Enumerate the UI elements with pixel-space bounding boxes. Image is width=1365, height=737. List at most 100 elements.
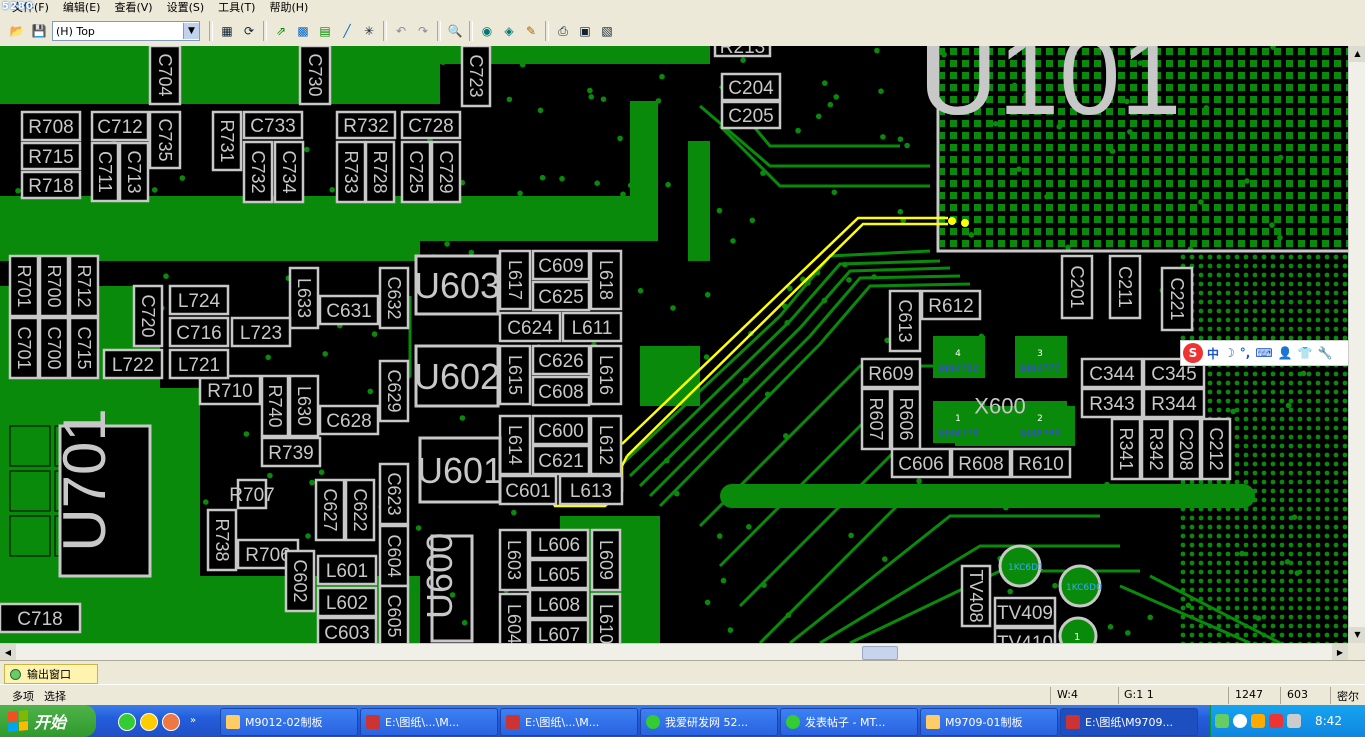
component-l608[interactable]: L608 [528, 588, 590, 620]
scroll-left-icon[interactable]: ◀ [0, 644, 16, 661]
route-icon[interactable]: ⇗ [271, 21, 291, 41]
component-c624[interactable]: C624 [498, 311, 562, 343]
zoom-icon[interactable]: 🔍 [445, 21, 465, 41]
component-r612[interactable]: R612 [920, 289, 982, 321]
chevron-down-icon[interactable]: ▼ [183, 23, 199, 39]
component-l603[interactable]: L603 [498, 528, 530, 592]
component-c700[interactable]: C700 [38, 316, 70, 380]
task-button-7[interactable]: E:\图纸\M9709... [1060, 708, 1198, 736]
component-c600[interactable]: C600 [531, 414, 591, 446]
component-u701[interactable]: U701 [51, 408, 152, 578]
component-l630[interactable]: L630 [288, 374, 320, 438]
component-r342[interactable]: R342 [1140, 417, 1172, 481]
component-r341[interactable]: R341 [1110, 417, 1142, 481]
component-c712[interactable]: C712 [90, 110, 150, 142]
print-icon[interactable]: ⎙ [553, 21, 573, 41]
component-l618[interactable]: L618 [589, 249, 623, 311]
component-c603[interactable]: C603 [316, 616, 378, 643]
user-icon[interactable]: 👤 [1278, 346, 1293, 360]
start-button[interactable]: 开始 [0, 705, 96, 737]
component-c725[interactable]: C725 [400, 140, 432, 204]
component-l722[interactable]: L722 [102, 348, 164, 380]
wrench-icon[interactable]: 🔧 [1318, 346, 1333, 360]
scroll-up-icon[interactable]: ▲ [1349, 46, 1365, 62]
moon-icon[interactable]: ☽ [1224, 346, 1235, 360]
component-r712[interactable]: R712 [68, 254, 100, 318]
component-l601[interactable]: L601 [316, 554, 378, 586]
layer-select[interactable]: (H) Top ▼ [52, 21, 200, 41]
component-c729[interactable]: C729 [430, 140, 462, 204]
sogou-tray-icon[interactable] [1269, 714, 1283, 728]
verify-icon[interactable]: ▧ [597, 21, 617, 41]
quicklaunch-browser-icon[interactable] [118, 713, 136, 731]
redo-icon[interactable]: ↷ [413, 21, 433, 41]
component-l602[interactable]: L602 [316, 586, 378, 618]
component-c609[interactable]: C609 [531, 249, 591, 281]
component-l614[interactable]: L614 [498, 414, 532, 476]
task-button-5[interactable]: 发表帖子 - MT... [780, 708, 918, 736]
task-button-1[interactable]: M9012-02制板 [220, 708, 358, 736]
component-r728[interactable]: R728 [364, 140, 396, 204]
component-c723[interactable]: C723 [460, 46, 492, 108]
qq-icon[interactable] [1251, 714, 1265, 728]
output-window-tab[interactable]: 输出窗口 [4, 664, 98, 684]
component-c613[interactable]: C613 [888, 289, 922, 353]
component-c205[interactable]: C205 [720, 100, 782, 130]
component-r732[interactable]: R732 [335, 110, 397, 140]
horizontal-scrollbar[interactable]: ◀ ▶ [0, 643, 1348, 661]
component-r213[interactable]: R213 [713, 46, 772, 58]
component-c201[interactable]: C201 [1060, 254, 1094, 320]
component-r731[interactable]: R731 [211, 110, 243, 172]
component-tv410[interactable]: TV410 [993, 626, 1057, 643]
component-r344[interactable]: R344 [1142, 387, 1206, 419]
component-r715[interactable]: R715 [20, 141, 82, 171]
skin-icon[interactable]: 👕 [1298, 346, 1313, 360]
component-l604[interactable]: L604 [498, 592, 530, 643]
component-c728[interactable]: C728 [400, 110, 462, 140]
component-c604[interactable]: C604 [378, 524, 410, 588]
menu-edit[interactable]: 编辑(E) [57, 0, 109, 16]
component-c608[interactable]: C608 [531, 375, 591, 407]
component-l610[interactable]: L610 [590, 592, 622, 643]
horizontal-scroll-thumb[interactable] [862, 646, 898, 660]
component-r707[interactable]: R707 [229, 478, 275, 510]
component-c602[interactable]: C602 [284, 549, 316, 613]
component-c735[interactable]: C735 [148, 110, 182, 170]
component-c211[interactable]: C211 [1108, 254, 1142, 320]
component-r606[interactable]: R606 [890, 387, 922, 451]
board-icon[interactable]: ◉ [477, 21, 497, 41]
component-c711[interactable]: C711 [90, 141, 120, 203]
report-icon[interactable]: ▣ [575, 21, 595, 41]
component-c605[interactable]: C605 [378, 584, 410, 643]
usb-icon[interactable] [1215, 714, 1229, 728]
open-icon[interactable]: 📂 [7, 21, 27, 41]
pour-icon[interactable]: ▩ [293, 21, 313, 41]
component-c701[interactable]: C701 [8, 316, 40, 380]
component-c601[interactable]: C601 [498, 474, 558, 506]
menu-settings[interactable]: 设置(S) [161, 0, 213, 16]
ime-chinese-toggle[interactable]: 中 [1207, 345, 1219, 362]
component-c622[interactable]: C622 [344, 478, 376, 542]
component-c208[interactable]: C208 [1170, 417, 1202, 481]
undo-icon[interactable]: ↶ [391, 21, 411, 41]
task-button-2[interactable]: E:\图纸\...\M... [360, 708, 498, 736]
component-u101[interactable]: U101 [919, 46, 1182, 138]
component-l611[interactable]: L611 [561, 311, 623, 343]
component-c715[interactable]: C715 [68, 316, 100, 380]
trace-icon[interactable]: ╱ [337, 21, 357, 41]
component-c704[interactable]: C704 [148, 46, 182, 106]
pcb-canvas[interactable]: 4 $$$4782 3 $$$4777 1 $$$4778 2 $$$8783 C204 C20… [0, 46, 1348, 643]
vertical-scrollbar[interactable]: ▲ ▼ [1348, 46, 1365, 643]
component-c625[interactable]: C625 [531, 280, 591, 312]
task-button-3[interactable]: E:\图纸\...\M... [500, 708, 638, 736]
component-c627[interactable]: C627 [314, 478, 346, 542]
component-c713[interactable]: C713 [118, 141, 150, 203]
component-r710[interactable]: R710 [198, 374, 262, 406]
component-r608[interactable]: R608 [950, 447, 1012, 479]
network-icon[interactable] [1287, 714, 1301, 728]
component-c716[interactable]: C716 [168, 316, 230, 348]
layer-icon[interactable]: ▤ [315, 21, 335, 41]
snap-icon[interactable]: ✳ [359, 21, 379, 41]
component-c734[interactable]: C734 [273, 140, 305, 204]
menu-view[interactable]: 查看(V) [108, 0, 160, 16]
